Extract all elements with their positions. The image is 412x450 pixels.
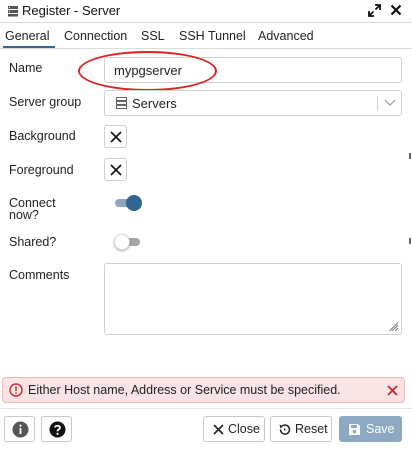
error-circle-icon [9,383,23,397]
close-icon[interactable] [387,385,398,396]
server-group-label: Server group [9,95,82,109]
server-group-value: Servers [132,96,177,111]
close-button-label: Close [228,422,260,436]
tab-bar: General Connection SSL SSH Tunnel Advanc… [0,24,412,48]
clear-color-icon [110,164,122,176]
connect-now-toggle[interactable] [114,194,144,212]
server-group-icon [8,6,18,17]
close-icon [213,424,224,435]
tab-advanced[interactable]: Advanced [258,29,314,43]
comments-label: Comments [9,268,70,282]
help-button[interactable] [41,416,72,442]
name-label: Name [9,61,43,75]
reset-button[interactable]: Reset [270,416,332,442]
info-button[interactable] [4,416,35,442]
error-message-bar: Either Host name, Address or Service mus… [2,377,405,403]
save-button-label: Save [366,422,395,436]
connect-now-label-line2: now? [9,208,39,222]
server-group-icon [116,97,127,109]
tab-ssh-tunnel[interactable]: SSH Tunnel [179,29,246,43]
foreground-color-picker[interactable] [104,158,127,181]
close-button[interactable]: Close [203,416,265,442]
tabs-divider [0,48,412,49]
close-icon[interactable] [390,4,402,16]
expand-icon[interactable] [368,4,381,17]
dialog-title: Register - Server [22,3,121,18]
foreground-label: Foreground [9,163,74,177]
shared-toggle[interactable] [114,233,144,251]
tab-connection[interactable]: Connection [64,29,127,43]
toggle-knob [114,234,130,250]
edge-mark [409,153,411,159]
save-button[interactable]: Save [339,416,402,442]
error-message-text: Either Host name, Address or Service mus… [28,383,341,397]
background-label: Background [9,129,76,143]
resize-grip-icon[interactable] [389,322,399,332]
dialog-titlebar: Register - Server [0,0,412,22]
clear-color-icon [110,131,122,143]
select-divider [377,96,378,111]
toggle-knob [126,195,142,211]
server-group-select[interactable]: Servers [104,90,402,116]
background-color-picker[interactable] [104,125,127,148]
reset-button-label: Reset [295,422,328,436]
comments-textarea[interactable] [104,263,402,335]
tab-general[interactable]: General [5,29,49,43]
help-icon [49,421,66,438]
edge-mark [409,238,411,244]
save-icon [349,424,360,435]
tab-ssl[interactable]: SSL [141,29,165,43]
reset-icon [279,424,291,435]
footer-divider [0,408,412,409]
info-icon [12,421,29,438]
chevron-down-icon[interactable] [384,98,396,108]
shared-label: Shared? [9,235,57,249]
annotation-ellipse [78,51,217,91]
title-divider [0,22,412,23]
